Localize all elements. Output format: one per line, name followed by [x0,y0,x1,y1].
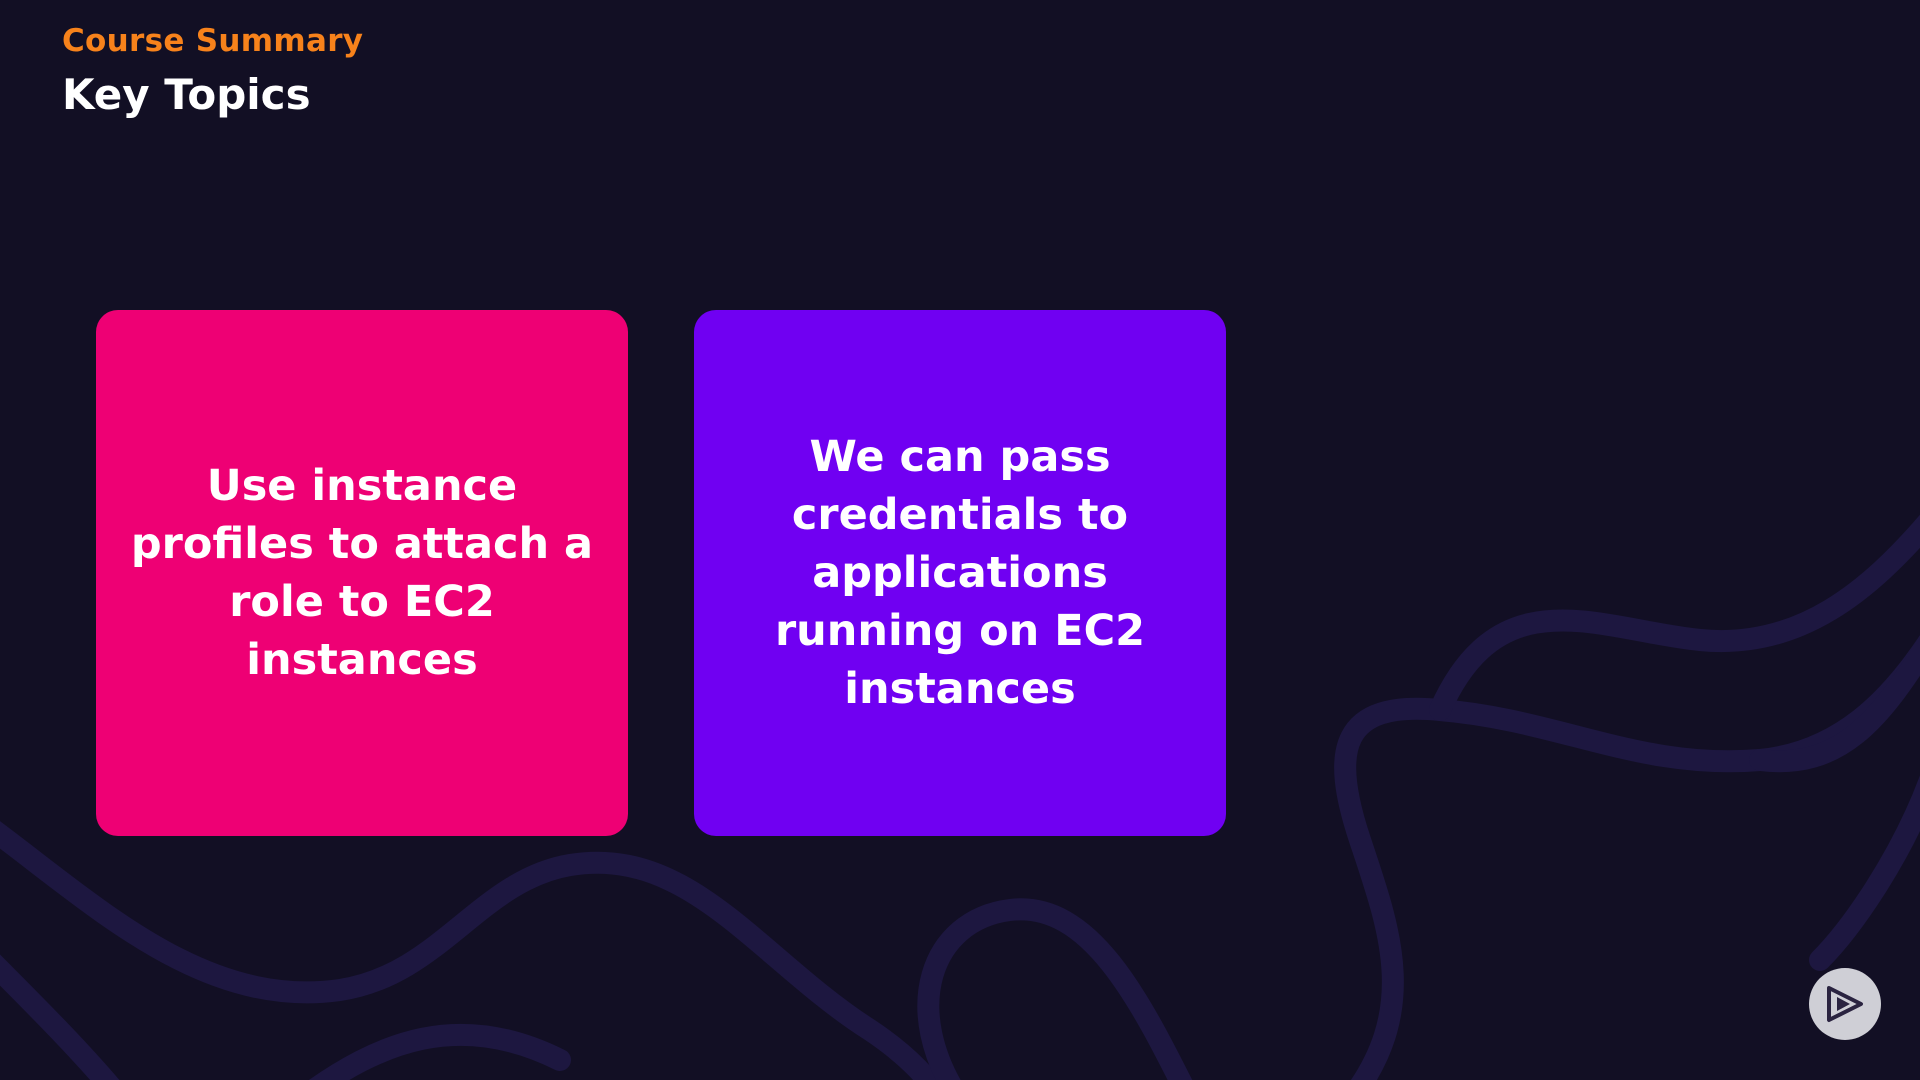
slide: Course Summary Key Topics Use instance p… [0,0,1920,1080]
play-icon [1827,986,1863,1022]
topic-card-text: Use instance profiles to attach a role t… [130,461,594,685]
topic-card-pass-credentials: We can pass credentials to applications … [694,310,1226,836]
slide-header: Course Summary Key Topics [62,22,363,120]
section-eyebrow: Course Summary [62,23,364,59]
topic-card-text: We can pass credentials to applications … [774,432,1146,714]
play-button[interactable] [1809,968,1881,1040]
topic-card-instance-profiles: Use instance profiles to attach a role t… [96,310,628,836]
slide-title: Key Topics [62,70,311,119]
